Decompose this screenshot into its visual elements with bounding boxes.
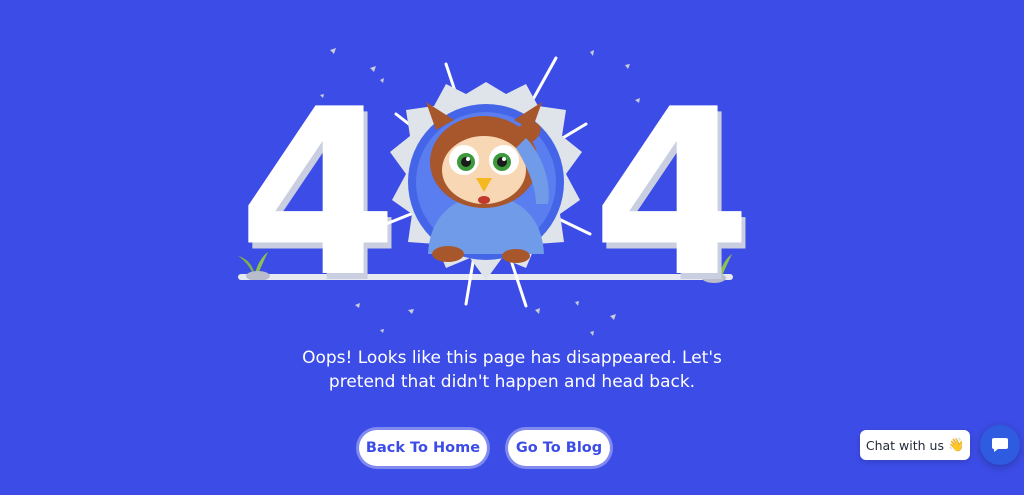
digit-right: 4 [592,61,753,328]
not-found-page: 4 4 Oops! Looks like this page has disap… [0,0,1024,495]
error-message-line-2: pretend that didn't happen and head back… [328,372,696,392]
go-to-blog-button[interactable]: Go To Blog [508,430,610,466]
chat-bubble-icon [992,438,1008,452]
back-to-home-button[interactable]: Back To Home [359,430,487,466]
chat-label-text: Chat with us [865,437,944,453]
cracked-hole-owl-icon [384,56,592,308]
wave-icon: 👋 [947,437,965,453]
error-message-line-1: Oops! Looks like this page has disappear… [302,348,722,368]
chat-launcher-button[interactable] [980,425,1020,465]
digit-left: 4 [238,61,399,328]
error-message: Oops! Looks like this page has disappear… [212,346,812,394]
404-illustration: 4 4 [230,40,752,340]
chat-with-us-label[interactable]: Chat with us 👋 [860,430,970,460]
